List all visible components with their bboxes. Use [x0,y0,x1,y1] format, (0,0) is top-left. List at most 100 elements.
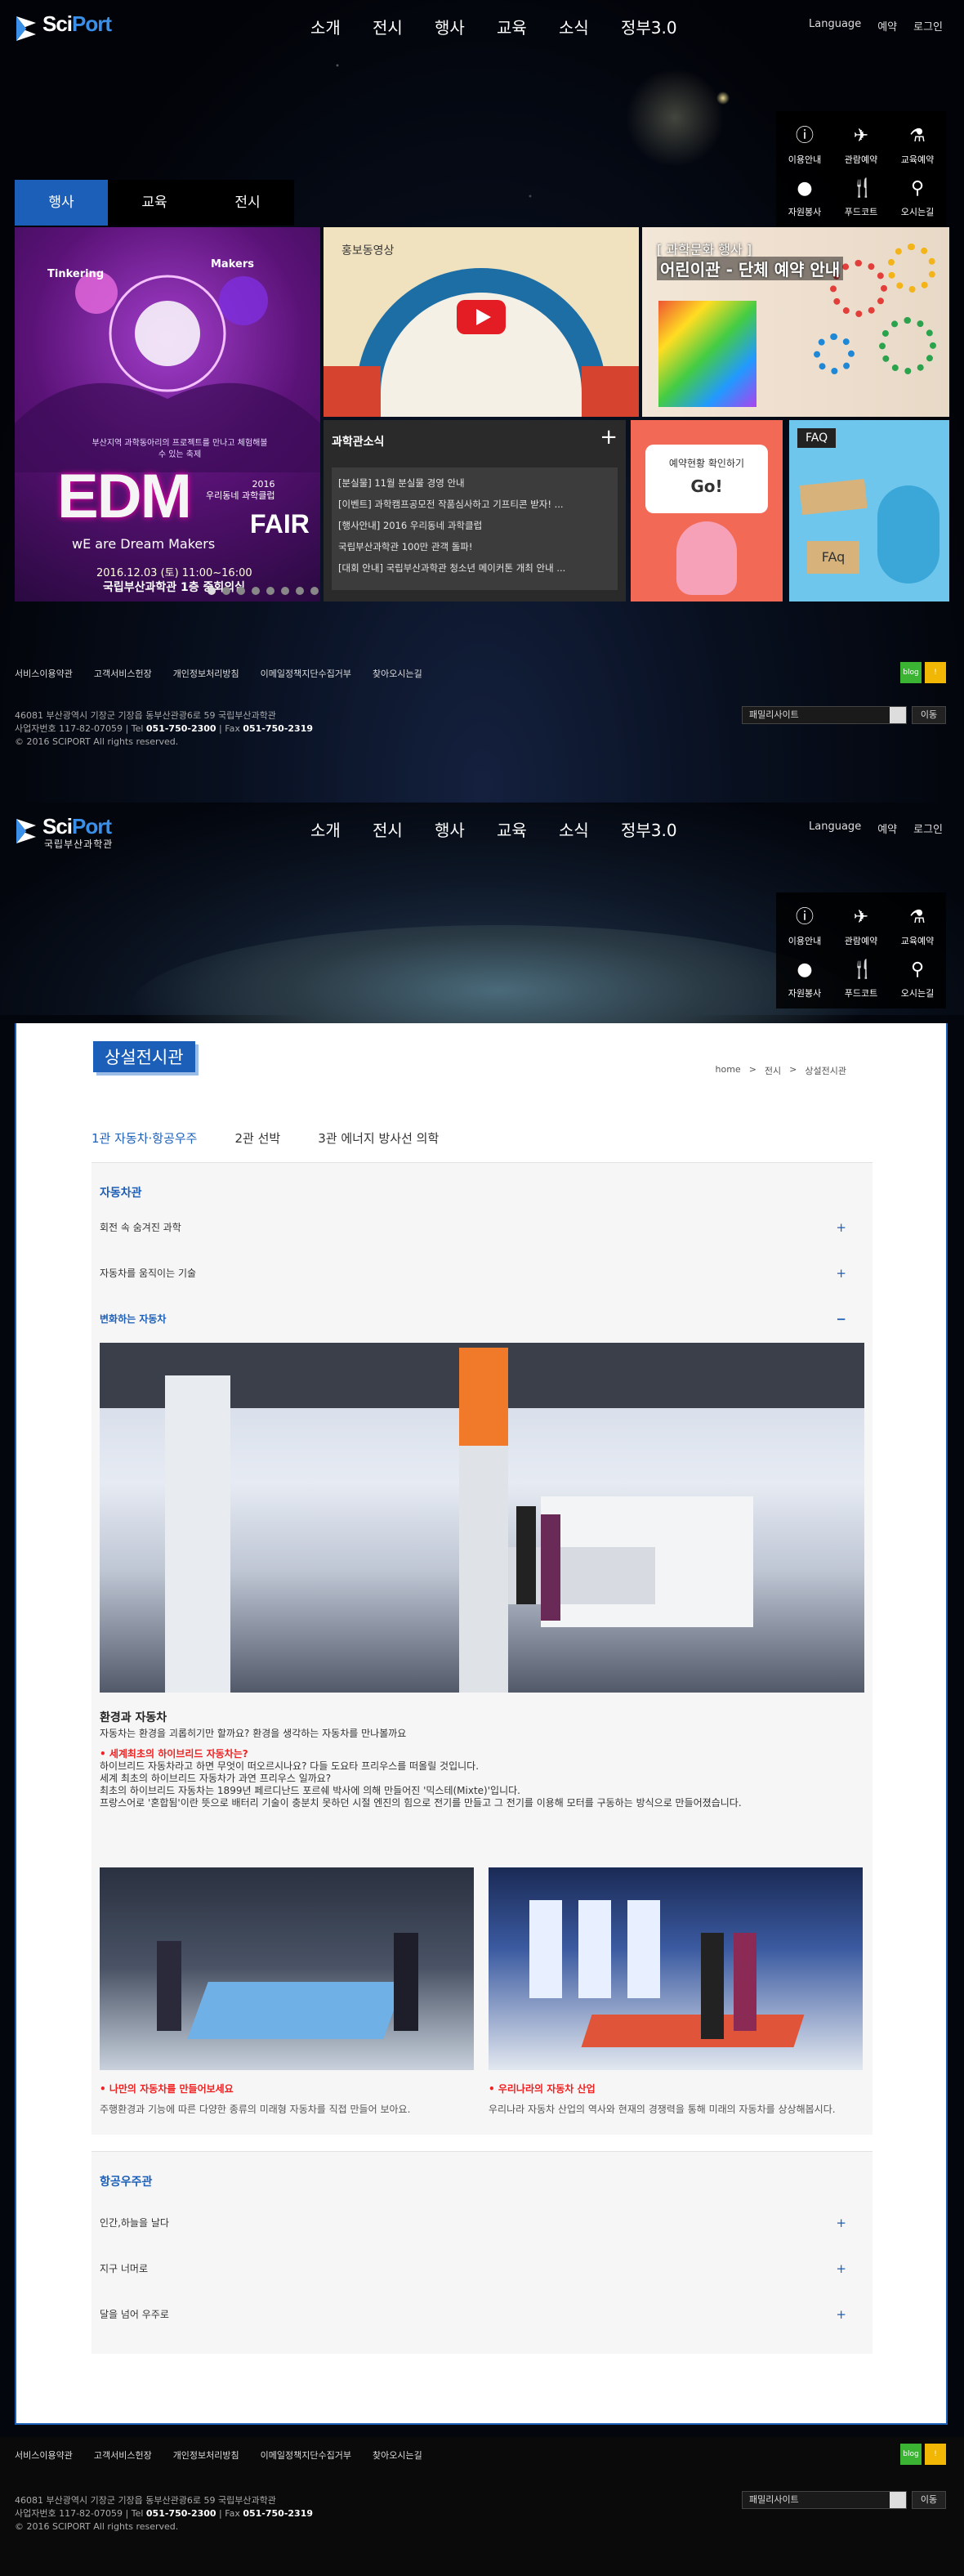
aerospace-hall-section: 항공우주관 인간,하늘을 날다 + 지구 너머로 + 달을 넘어 우주로 + [91,2151,873,2354]
nav-gov30[interactable]: 정부3.0 [621,15,683,38]
news-title: 과학관소식 [332,436,385,449]
footer-address: 46081 부산광역시 기장군 기장읍 동부산관광6로 59 국립부산과학관 사… [15,710,313,747]
quick-volunteer[interactable]: ● 자원봉사 [776,951,833,1000]
nav-events[interactable]: 행사 [435,15,497,38]
nav-events[interactable]: 행사 [435,817,497,841]
footer-link[interactable]: 찾아오시는길 [373,667,422,680]
slider-dot[interactable] [208,587,216,595]
accordion-item[interactable]: 지구 너머로 + [100,2261,855,2281]
reserve-link[interactable]: 예약 [877,821,897,836]
pin-icon: ⚲ [910,178,925,199]
news-item[interactable]: [대회 안내] 국립부산과학관 청소년 메이커톤 개최 안내 ... [338,557,611,579]
footer-link[interactable]: 개인정보처리방침 [173,667,239,680]
footer-link[interactable]: 고객서비스헌장 [94,2449,152,2462]
nav-news[interactable]: 소식 [559,15,621,38]
slider-dot[interactable] [281,587,289,595]
login-link[interactable]: 로그인 [913,821,943,836]
quick-foodcourt[interactable]: 🍴 푸드코트 [832,951,890,1000]
blog-badge-icon[interactable]: blog [900,2444,922,2465]
footer-link[interactable]: 서비스이용약관 [15,667,73,680]
nav-exhibit[interactable]: 전시 [373,817,435,841]
slider-dot[interactable] [237,587,245,595]
quick-directions[interactable]: ⚲ 오시는길 [889,951,946,1000]
footer-link[interactable]: 고객서비스헌장 [94,667,152,680]
accordion-item[interactable]: 달을 넘어 우주로 + [100,2307,855,2327]
event-notice-tile[interactable]: [ 과학문화 행사 ] 어린이관 - 단체 예약 안내 [642,227,949,417]
plus-icon: + [836,2261,846,2276]
gear-icon [879,317,936,374]
nav-about[interactable]: 소개 [310,817,373,841]
footer-link[interactable]: 이메일정책지단수집거부 [261,667,351,680]
header: SciPort 국립부산과학관 소개 전시 행사 교육 소식 정부3.0 Lan… [0,803,964,858]
tab-hall-1[interactable]: 1관 자동차·항공우주 [91,1129,197,1147]
nav-education[interactable]: 교육 [497,15,559,38]
quick-visit-reserve[interactable]: ✈ 관람예약 [832,899,890,948]
quick-directions[interactable]: ⚲ 오시는길 [889,170,946,219]
news-item[interactable]: [행사안내] 2016 우리동네 과학클럽 [338,515,611,536]
faq-tile[interactable]: FAQ FAq [789,420,949,602]
footer-link[interactable]: 서비스이용약관 [15,2449,73,2462]
footer-link[interactable]: 이메일정책지단수집거부 [261,2449,351,2462]
quick-foodcourt[interactable]: 🍴 푸드코트 [832,170,890,219]
news-item[interactable]: [이벤트] 과학캠프공모전 작품심사하고 기프티콘 받자! ... [338,494,611,515]
breadcrumb-home[interactable]: home [716,1064,741,1077]
reservation-status-tile[interactable]: 예약현황 확인하기 Go! [631,420,783,602]
nav-gov30[interactable]: 정부3.0 [621,817,683,841]
nav-exhibit[interactable]: 전시 [373,15,435,38]
nav-education[interactable]: 교육 [497,817,559,841]
blog-badge-icon[interactable]: blog [900,662,922,683]
quick-menu: ⓘ 이용안내 ✈ 관람예약 ⚗ 교육예약 ● 자원봉사 🍴 푸드코트 ⚲ 오시는길 [776,111,946,227]
accordion-item[interactable]: 인간,하늘을 날다 + [100,2216,855,2235]
language-link[interactable]: Language [809,18,861,34]
quick-visit-reserve[interactable]: ✈ 관람예약 [832,118,890,167]
tab-events[interactable]: 행사 [15,180,108,226]
youtube-play-icon[interactable] [457,300,506,334]
quick-volunteer[interactable]: ● 자원봉사 [776,170,833,219]
nav-about[interactable]: 소개 [310,15,373,38]
tab-exhibit[interactable]: 전시 [201,180,294,226]
breadcrumb-exhibit[interactable]: 전시 [765,1064,781,1077]
quick-info[interactable]: ⓘ 이용안내 [776,118,833,167]
quick-info[interactable]: ⓘ 이용안내 [776,899,833,948]
section-heading: 항공우주관 [100,2176,153,2189]
news-item[interactable]: [분실물] 11월 분실물 경영 안내 [338,472,611,494]
family-site-select[interactable]: 패밀리사이트 [742,706,907,724]
accordion-item[interactable]: 자동차를 움직이는 기술 + [100,1266,855,1286]
plus-icon[interactable]: + [600,425,618,449]
footer-link[interactable]: 찾아오시는길 [373,2449,422,2462]
logo[interactable]: SciPort [15,11,145,47]
quick-edu-reserve[interactable]: ⚗ 교육예약 [889,899,946,948]
footer-badges: blog ! [900,2444,946,2465]
tab-education[interactable]: 교육 [108,180,201,226]
reserve-link[interactable]: 예약 [877,18,897,34]
family-site-go-button[interactable]: 이동 [912,2491,946,2509]
accordion-item[interactable]: 회전 속 숨겨진 과학 + [100,1220,855,1240]
tab-hall-2[interactable]: 2관 선박 [234,1129,280,1147]
slider-dot[interactable] [266,587,274,595]
slider-dot[interactable] [310,587,319,595]
promo-video-tile[interactable]: 홍보동영상 [324,227,639,417]
alert-badge-icon[interactable]: ! [925,662,946,683]
news-item[interactable]: 국립부산과학관 100만 관객 돌파! [338,536,611,557]
slider-dot[interactable] [296,587,304,595]
plane-icon: ✈ [853,907,869,928]
family-site-go-button[interactable]: 이동 [912,706,946,724]
exhibit-photo-main [100,1343,864,1693]
edm-fair-banner[interactable]: Tinkering Makers 부산지역 과학동아리의 프로젝트를 만나고 체… [15,227,320,602]
accordion-item-open[interactable]: 변화하는 자동차 − [100,1312,855,1331]
sub-page: SciPort 국립부산과학관 소개 전시 행사 교육 소식 정부3.0 Lan… [0,803,964,2576]
plus-icon: + [836,2216,846,2230]
logo[interactable]: SciPort 국립부산과학관 [15,814,145,850]
login-link[interactable]: 로그인 [913,18,943,34]
slider-dot[interactable] [252,587,260,595]
quick-edu-reserve[interactable]: ⚗ 교육예약 [889,118,946,167]
footer-links: 서비스이용약관 고객서비스헌장 개인정보처리방침 이메일정책지단수집거부 찾아오… [15,667,422,680]
language-link[interactable]: Language [809,821,861,836]
alert-badge-icon[interactable]: ! [925,2444,946,2465]
family-site-select[interactable]: 패밀리사이트 [742,2491,907,2509]
info-icon: ⓘ [795,126,814,146]
tab-hall-3[interactable]: 3관 에너지 방사선 의학 [318,1129,439,1147]
footer-link[interactable]: 개인정보처리방침 [173,2449,239,2462]
slider-dot[interactable] [222,587,230,595]
nav-news[interactable]: 소식 [559,817,621,841]
